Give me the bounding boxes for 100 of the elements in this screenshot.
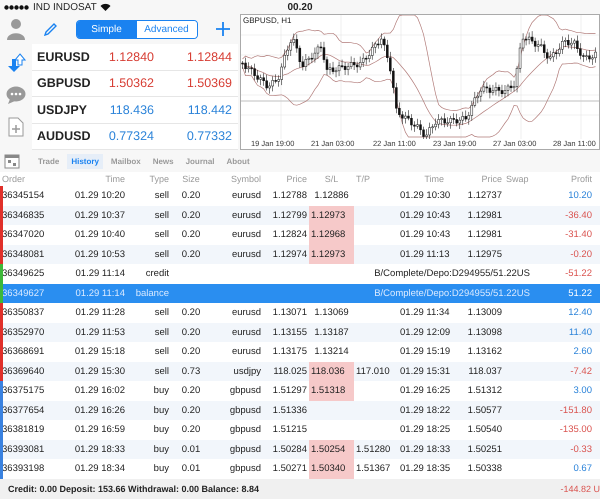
time-cell-text: 01.29 11:53 xyxy=(74,326,126,338)
time-cell-text: 01.29 11:14 xyxy=(74,288,126,299)
history-row[interactable]: 36350837 01.29 11:28 sell 0.20 eurusd 1.13071 1.13069 01.29 11:34 1.13009 12.40 xyxy=(0,303,600,322)
total-profit: -144.82 U xyxy=(560,484,600,494)
symbol-cell-text: eurusd xyxy=(230,229,262,240)
take-profit-cell-text: 117.010 xyxy=(355,366,391,377)
type-cell-text: sell xyxy=(154,366,170,377)
stop-loss-cell-text: 1.13069 xyxy=(313,307,350,318)
profit-cell-text: 11.40 xyxy=(568,326,593,338)
price-cell-text: 1.51297 xyxy=(272,385,308,396)
pencil-icon[interactable] xyxy=(44,22,57,36)
column-header: Profit xyxy=(570,174,593,184)
type-cell-text: sell xyxy=(154,229,170,240)
order-cell-text: 36349625 xyxy=(1,268,46,280)
mode-tab[interactable]: Advanced xyxy=(136,20,196,38)
history-row[interactable]: 36381819 01.29 16:59 buy 0.20 gbpusd 1.51215 01.29 18:25 1.50540 -135.00 xyxy=(0,420,600,440)
clock-time: 00.20 xyxy=(287,2,313,12)
symbol-cell-text: eurusd xyxy=(230,248,262,260)
history-row[interactable]: 36346835 01.29 10:37 sell 0.20 eurusd 1.12799 1.12973 01.29 10:43 1.12981 -36.40 xyxy=(0,206,600,225)
order-cell-text: 36349627 xyxy=(1,288,46,299)
person-icon[interactable] xyxy=(6,18,26,40)
order-cell-text: 36375175 xyxy=(1,385,46,396)
stop-loss-cell-text: 1.12886 xyxy=(313,190,350,202)
stop-loss-cell: 1.12973 xyxy=(309,206,354,225)
profit-cell-text: -31.40 xyxy=(564,229,593,240)
history-row[interactable]: 36347020 01.29 10:40 sell 0.20 eurusd 1.12824 1.12968 01.29 10:43 1.12981 -31.40 xyxy=(0,225,600,244)
time-cell-text: 01.29 10:53 xyxy=(74,248,126,260)
history-row[interactable]: 36345154 01.29 10:20 sell 0.20 eurusd 1.12788 1.12886 01.29 10:30 1.12737 10.20 xyxy=(0,186,600,206)
size-cell-text: 0.20 xyxy=(180,229,202,240)
profit-cell-text: 2.60 xyxy=(572,346,593,358)
ask-price: 0.77332 xyxy=(186,129,232,144)
history-row[interactable]: 36349625 01.29 11:14 credit B/Complete/Depo:D294955/51.22US -51.22 xyxy=(0,264,600,284)
ask-price: 1.12844 xyxy=(186,50,232,64)
column-header: Swap xyxy=(505,174,530,184)
stop-loss-cell-text: 1.13187 xyxy=(313,326,350,338)
price-cell-text: 1.51336 xyxy=(272,404,308,416)
history-row[interactable]: 36369640 01.29 15:30 sell 0.73 usdjpy 118.025 118.036 117.010 01.29 15:31 118.037 -7.42 xyxy=(0,362,600,381)
price-cell-text: 1.50271 xyxy=(272,463,308,474)
history-row[interactable]: 36393081 01.29 18:33 buy 0.01 gbpusd 1.50284 1.50254 1.51280 01.29 18:33 1.50251 -0.33 xyxy=(0,440,600,459)
stop-loss-cell: 1.12968 xyxy=(309,225,354,244)
history-row[interactable]: 36375175 01.29 16:02 buy 0.20 gbpusd 1.51297 1.51318 01.29 16:25 1.51312 3.00 xyxy=(0,381,600,400)
stop-loss-cell: 1.12973 xyxy=(309,244,354,264)
take-profit-cell-text: 1.51280 xyxy=(355,444,392,455)
type-cell-text: credit xyxy=(144,268,170,280)
type-cell-text: sell xyxy=(154,248,170,260)
order-cell-text: 36345154 xyxy=(1,190,46,202)
price-cell-text: 1.12799 xyxy=(272,210,308,221)
carrier-name: IND INDOSAT xyxy=(33,2,97,12)
history-row[interactable]: 36348081 01.29 10:53 sell 0.20 eurusd 1.12974 1.12973 01.29 11:13 1.12975 -0.20 xyxy=(0,244,600,264)
history-row[interactable]: 36377654 01.29 16:26 buy 0.20 gbpusd 1.51336 01.29 18:22 1.50577 -151.80 xyxy=(0,400,600,420)
time-cell-text: 01.29 10:37 xyxy=(74,210,126,221)
arrows-icon[interactable] xyxy=(6,53,26,73)
history-row[interactable]: 36368691 01.29 15:18 sell 0.20 eurusd 1.13175 1.13214 01.29 15:19 1.13162 2.60 xyxy=(0,342,600,362)
symbol-cell-text: gbpusd xyxy=(228,404,262,416)
time-cell-text: 01.29 16:26 xyxy=(74,404,126,416)
calendar-icon xyxy=(4,153,20,169)
column-header: Time xyxy=(423,174,445,184)
profit-cell-text: -7.42 xyxy=(569,366,593,377)
chat-icon[interactable] xyxy=(6,86,26,104)
profit-cell-text: -51.22 xyxy=(564,268,593,280)
size-cell-text: 0.20 xyxy=(180,385,202,396)
history-row[interactable]: 36393198 01.29 18:34 buy 0.01 gbpusd 1.50271 1.50340 1.51367 01.29 18:35 1.50338 0.67 xyxy=(0,459,600,478)
bid-price: 1.12840 xyxy=(108,50,154,64)
price-cell-text: 1.13155 xyxy=(272,326,308,338)
order-cell-text: 36350837 xyxy=(1,307,46,318)
size-cell-text: 0.20 xyxy=(180,307,202,318)
signal-icon xyxy=(4,4,30,10)
symbol-cell-text: eurusd xyxy=(230,190,262,202)
price-cell-text: 1.12824 xyxy=(272,229,308,240)
history-row[interactable]: 36352970 01.29 11:53 sell 0.20 eurusd 1.13155 1.13187 01.29 12:09 1.13098 11.40 xyxy=(0,322,600,342)
order-cell-text: 36393081 xyxy=(1,444,46,455)
wifi-icon xyxy=(100,3,111,11)
symbol-cell-text: eurusd xyxy=(230,307,262,318)
time-cell-text: 01.29 18:33 xyxy=(74,444,126,455)
symbol-cell-text: usdjpy xyxy=(232,366,262,377)
size-cell-text: 0.20 xyxy=(180,190,202,202)
quote-symbol: GBPUSD xyxy=(37,76,92,90)
symbol-cell-text: gbpusd xyxy=(228,463,262,474)
symbol-cell-text: eurusd xyxy=(230,346,262,358)
order-cell-text: 36347020 xyxy=(1,229,46,240)
size-cell-text: 0.20 xyxy=(180,326,202,338)
profit-cell-text: -135.00 xyxy=(558,424,593,436)
new-document-icon[interactable] xyxy=(8,117,24,137)
type-cell-text: buy xyxy=(152,385,170,396)
take-profit-cell-text: 1.51367 xyxy=(355,463,392,474)
profit-cell-text: 3.00 xyxy=(572,385,593,396)
column-header: Symbol xyxy=(230,174,262,184)
symbol-cell-text: gbpusd xyxy=(228,385,262,396)
type-cell-text: sell xyxy=(154,307,170,318)
add-icon[interactable] xyxy=(216,22,230,36)
order-cell-text: 36346835 xyxy=(1,210,46,221)
mode-tab[interactable]: Simple xyxy=(76,20,136,38)
column-header: Price xyxy=(480,174,503,184)
price-cell-text: 1.13071 xyxy=(272,307,308,318)
price-cell-text: 1.12974 xyxy=(272,248,308,260)
price-cell-text: 1.12788 xyxy=(272,190,308,202)
symbol-cell-text: gbpusd xyxy=(228,444,262,455)
order-cell-text: 36368691 xyxy=(1,346,46,358)
price-cell-text: 1.51215 xyxy=(272,424,308,436)
profit-cell-text: -0.20 xyxy=(569,248,593,260)
